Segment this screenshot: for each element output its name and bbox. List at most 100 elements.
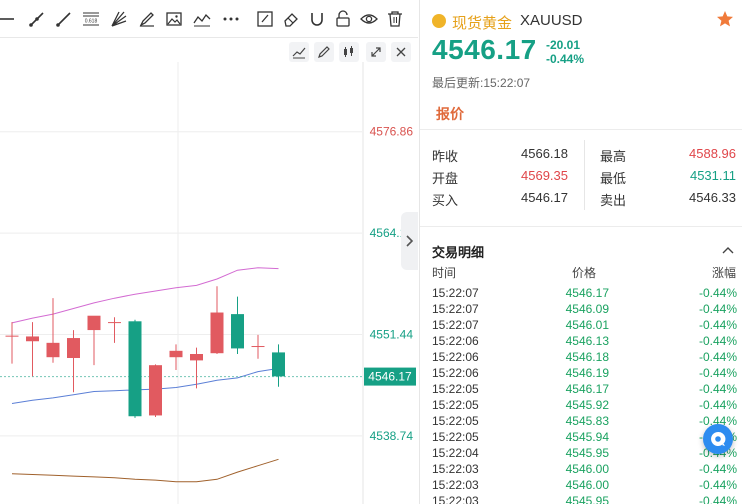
trade-price: 4546.17 — [565, 382, 609, 396]
trade-time: 15:22:06 — [432, 350, 479, 364]
low-value: 4531.11 — [689, 168, 736, 183]
trade-change: -0.44% — [698, 382, 737, 396]
candle-body — [128, 321, 142, 417]
trade-time: 15:22:04 — [432, 446, 479, 460]
trade-price: 4546.01 — [565, 318, 609, 332]
trade-row: 15:22:07 4546.17 -0.44% — [420, 286, 742, 302]
more-icon[interactable] — [222, 10, 240, 28]
app-root: 0.618 4576.86 4564.15 4551.44 4538.74 45… — [0, 0, 742, 504]
collapse-panel-tab[interactable] — [401, 212, 418, 270]
candle-body — [46, 342, 60, 358]
trade-time: 15:22:07 — [432, 286, 479, 300]
pattern-icon[interactable] — [193, 10, 211, 28]
instrument-symbol: XAUUSD — [520, 12, 583, 29]
magnet-icon[interactable] — [308, 10, 326, 28]
candle-body — [149, 365, 162, 416]
draw-mode-button[interactable] — [314, 42, 334, 62]
quote-stats: 昨收 4566.18 开盘 4569.35 买入 4546.17 最高 4588… — [420, 140, 742, 214]
note-icon[interactable] — [256, 10, 274, 28]
eye-icon[interactable] — [360, 10, 378, 28]
candlestick-icon — [344, 46, 353, 57]
trade-change: -0.44% — [698, 302, 737, 316]
chart-settings-button[interactable] — [289, 42, 309, 62]
trade-time: 15:22:03 — [432, 462, 479, 476]
price-axis-label: 4538.74 — [370, 429, 414, 443]
trade-price: 4546.00 — [565, 462, 609, 476]
trade-time: 15:22:05 — [432, 398, 479, 412]
trade-row: 15:22:03 4546.00 -0.44% — [420, 462, 742, 478]
fullscreen-button[interactable] — [366, 42, 386, 62]
chevron-up-icon[interactable] — [722, 245, 734, 255]
trade-change: -0.44% — [698, 398, 737, 412]
trade-price: 4545.92 — [565, 398, 609, 412]
header-change: 涨幅 — [712, 266, 737, 280]
candle-body — [26, 336, 39, 342]
trade-row: 15:22:06 4546.19 -0.44% — [420, 366, 742, 382]
chat-fab-button[interactable] — [703, 424, 733, 454]
brush-icon[interactable] — [138, 10, 156, 28]
candle-body — [108, 322, 121, 324]
quote-header: 现货黄金 XAUUSD — [432, 12, 732, 32]
candle-body — [190, 354, 203, 361]
image-icon[interactable] — [165, 10, 183, 28]
candle-body — [5, 335, 19, 337]
tab-divider — [420, 129, 742, 130]
trade-change: -0.44% — [698, 318, 737, 332]
candle-body — [67, 338, 80, 358]
trade-row: 15:22:044545.95-0.44% — [420, 446, 742, 462]
trade-price: 4546.19 — [565, 366, 609, 380]
tab-quote[interactable]: 报价 — [436, 104, 464, 124]
trade-change: -0.44% — [698, 478, 737, 492]
favorite-star-icon[interactable] — [716, 10, 734, 28]
section-divider — [420, 226, 742, 227]
quote-panel: 现货黄金 XAUUSD 4546.17 -20.01 -0.44% 最后更新:1… — [419, 0, 742, 504]
fibonacci-icon[interactable]: 0.618 — [82, 10, 100, 28]
bid-label: 买入 — [432, 193, 459, 208]
gold-logo-icon — [432, 14, 446, 28]
lock-icon[interactable] — [334, 10, 352, 28]
candle-type-button[interactable] — [339, 42, 359, 62]
candle-body — [231, 314, 244, 349]
prev-close-label: 昨收 — [432, 149, 459, 164]
trade-row: 15:22:06 4546.13 -0.44% — [420, 334, 742, 350]
pencil-icon — [318, 46, 330, 58]
trade-row: 15:22:05 4545.92 -0.44% — [420, 398, 742, 414]
indicator-icon — [292, 47, 306, 59]
indicator-lines — [0, 267, 362, 483]
current-price-tag: 4546.17 — [368, 370, 412, 384]
eraser-icon[interactable] — [282, 10, 300, 28]
trade-time: 15:22:06 — [432, 334, 479, 348]
candlestick-chart[interactable]: 4576.864564.154551.444538.744546.17 — [0, 62, 418, 504]
trade-row: 15:22:05 4545.83 -0.44% — [420, 414, 742, 430]
trade-row: 15:22:07 4546.01 -0.44% — [420, 318, 742, 334]
trash-icon[interactable] — [386, 10, 404, 28]
lower-band-line — [11, 367, 279, 404]
trade-row: 15:22:054545.94-0.44% — [420, 430, 742, 446]
last-updated: 最后更新:15:22:07 — [432, 76, 531, 90]
open-label: 开盘 — [432, 171, 459, 186]
close-icon — [396, 47, 406, 57]
candle-body — [210, 312, 224, 354]
trade-time: 15:22:03 — [432, 494, 479, 504]
prev-close-value: 4566.18 — [521, 146, 568, 161]
trade-price: 4546.09 — [565, 302, 609, 316]
trend-line-icon[interactable] — [28, 10, 46, 28]
fan-icon[interactable] — [110, 10, 128, 28]
candle-body — [272, 352, 285, 377]
header-time: 时间 — [432, 266, 457, 280]
close-chart-button[interactable] — [391, 42, 411, 62]
trade-price: 4545.95 — [565, 494, 609, 504]
ray-icon[interactable] — [55, 10, 73, 28]
line-tool-icon[interactable] — [0, 10, 18, 28]
chart-pane: 0.618 4576.86 4564.15 4551.44 4538.74 45… — [0, 0, 418, 504]
ask-value: 4546.33 — [689, 190, 736, 205]
trade-row: 15:22:06 4546.18 -0.44% — [420, 350, 742, 366]
trade-change: -0.44% — [698, 462, 737, 476]
trade-change: -0.44% — [698, 286, 737, 300]
trade-time: 15:22:05 — [432, 382, 479, 396]
low-label: 最低 — [600, 171, 627, 186]
open-value: 4569.35 — [521, 168, 568, 183]
trade-price: 4545.94 — [565, 430, 609, 444]
trade-change: -0.44% — [698, 334, 737, 348]
trade-row: 15:22:03 4545.95 -0.44% — [420, 494, 742, 504]
